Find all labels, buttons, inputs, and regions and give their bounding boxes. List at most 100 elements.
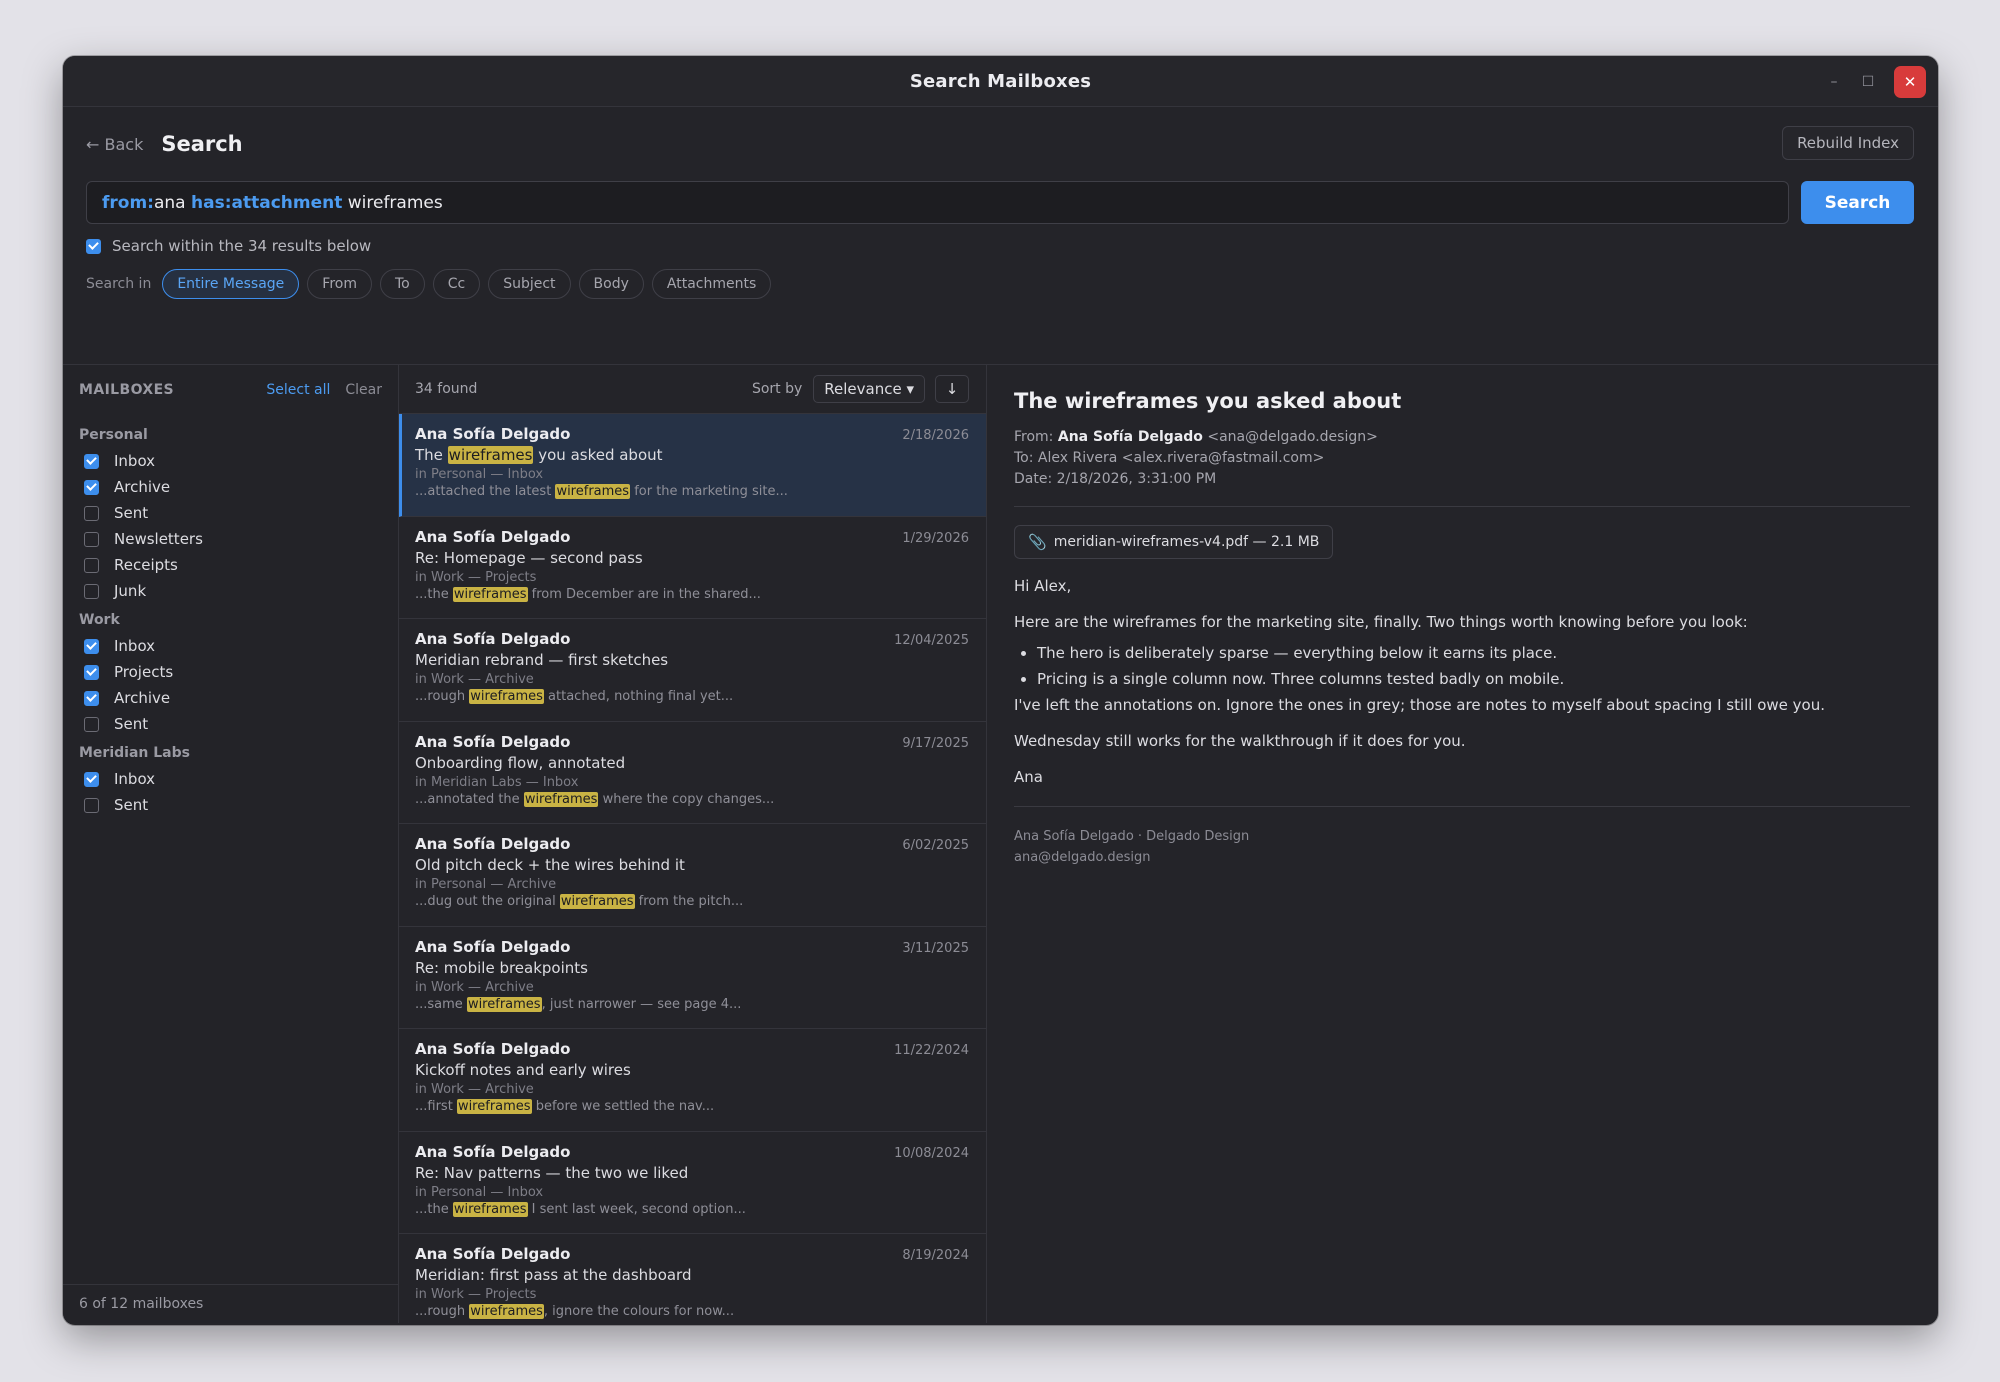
result-row[interactable]: Ana Sofía Delgado 12/04/2025 Meridian rebr… — [399, 619, 986, 722]
search-scope-label: Search in — [86, 276, 152, 292]
result-subject: Meridian: first pass at the dashboard — [415, 1266, 969, 1284]
result-row[interactable]: Ana Sofía Delgado 11/22/2024 Kickoff notes… — [399, 1029, 986, 1132]
result-sender: Ana Sofía Delgado — [415, 630, 571, 648]
mailbox-checkbox[interactable] — [84, 797, 99, 813]
mailbox-checkbox[interactable] — [84, 557, 99, 573]
sort-direction-button[interactable]: ↓ — [935, 375, 969, 403]
match-highlight: wireframes — [447, 446, 534, 464]
scope-chip-from[interactable]: From — [307, 269, 372, 299]
scope-chip-to[interactable]: To — [379, 269, 425, 299]
rebuild-index-button[interactable]: Rebuild Index — [1782, 126, 1914, 160]
text-segment: ...rough — [415, 1304, 470, 1319]
result-row[interactable]: Ana Sofía Delgado 6/02/2025 Old pitch deck… — [399, 824, 986, 927]
mailbox-label: Inbox — [114, 452, 156, 470]
mailbox-sidebar: MAILBOXES Select all Clear Personal Inbox… — [63, 365, 399, 1323]
result-header: Ana Sofía Delgado 12/04/2025 — [415, 630, 969, 648]
match-highlight: wireframes — [555, 484, 631, 499]
result-snippet: ...first wireframes before we settled th… — [415, 1099, 969, 1114]
bullet-item: Pricing is a single column now. Three co… — [1037, 670, 1910, 688]
scope-chip-subject[interactable]: Subject — [488, 269, 571, 299]
text-segment: Re: Homepage — second pass — [415, 548, 643, 567]
message-body: Hi Alex, Here are the wireframes for the… — [1014, 577, 1910, 786]
text-segment: Old pitch deck + the wires behind it — [415, 856, 685, 874]
text-segment: you asked about — [533, 446, 663, 464]
search-within-checkbox[interactable] — [86, 238, 101, 254]
mailbox-label: Archive — [114, 689, 171, 707]
mailbox-label: Sent — [114, 796, 149, 814]
mailbox-checkbox[interactable] — [84, 716, 99, 732]
result-sender: Ana Sofía Delgado — [415, 1142, 571, 1161]
result-date: 12/04/2025 — [894, 633, 969, 648]
mailbox-item-newsletters[interactable]: Newsletters — [79, 526, 382, 552]
greeting: Hi Alex, — [1014, 577, 1072, 595]
maximize-icon[interactable]: ☐ — [1856, 70, 1880, 94]
search-within-toggle[interactable]: Search within the 34 results below — [86, 237, 1914, 255]
search-token-key: from: — [102, 192, 154, 213]
clear-link[interactable]: Clear — [345, 382, 382, 398]
mailbox-item-receipts[interactable]: Receipts — [79, 552, 382, 578]
back-link[interactable]: ← Back — [86, 135, 143, 154]
result-location: in Personal — Archive — [415, 877, 557, 892]
text-segment: ...rough — [415, 689, 470, 704]
result-subject: Re: Nav patterns — the two we liked — [415, 1164, 969, 1182]
mailbox-checkbox[interactable] — [84, 638, 99, 654]
scope-chip-cc[interactable]: Cc — [432, 269, 481, 299]
mailbox-item-inbox[interactable]: Inbox — [79, 448, 382, 474]
mailbox-count: 6 of 12 mailboxes — [63, 1284, 398, 1323]
result-date: 3/11/2025 — [902, 940, 969, 956]
results-list: 34 found Sort by Relevance ▾ ↓ Ana Sofía… — [399, 365, 987, 1323]
signature-line: Ana Sofía Delgado · Delgado Design — [1014, 829, 1250, 844]
result-row[interactable]: Ana Sofía Delgado 2/18/2026 The wireframes… — [399, 414, 986, 517]
result-date: 8/19/2024 — [902, 1248, 969, 1263]
mailbox-item-inbox[interactable]: Inbox — [79, 766, 382, 792]
result-row[interactable]: Ana Sofía Delgado 1/29/2026 Re: Homepage —… — [399, 517, 986, 619]
mailbox-checkbox[interactable] — [84, 690, 99, 706]
match-highlight: wireframes — [469, 689, 544, 704]
result-snippet: ...the wireframes from December are in t… — [415, 586, 969, 602]
result-row[interactable]: Ana Sofía Delgado 3/11/2025 Re: mobile bre… — [399, 927, 986, 1029]
mailbox-checkbox[interactable] — [84, 531, 99, 547]
result-subject: Re: Homepage — second pass — [415, 549, 969, 567]
mailbox-item-sent[interactable]: Sent — [79, 500, 382, 526]
result-row[interactable]: Ana Sofía Delgado 10/08/2024 Re: Nav patte… — [399, 1132, 986, 1234]
mailbox-item-archive[interactable]: Archive — [79, 685, 382, 711]
search-input[interactable]: from: ana has:attachment wireframes — [86, 181, 1789, 224]
result-location: in Work — Archive — [415, 979, 534, 995]
result-snippet: ...the wireframes I sent last week, seco… — [415, 1201, 969, 1217]
select-all-link[interactable]: Select all — [266, 382, 330, 398]
signoff: Ana — [1014, 768, 1043, 786]
search-button[interactable]: Search — [1801, 181, 1914, 224]
attachment-chip[interactable]: 📎 meridian-wireframes-v4.pdf — 2.1 MB — [1014, 525, 1334, 559]
mailbox-item-sent[interactable]: Sent — [79, 711, 382, 737]
mailbox-item-archive[interactable]: Archive — [79, 474, 382, 500]
close-icon[interactable]: ✕ — [1894, 66, 1926, 98]
text-segment: ...same — [415, 996, 467, 1012]
result-row[interactable]: Ana Sofía Delgado 9/17/2025 Onboarding flo… — [399, 722, 986, 824]
mailbox-checkbox[interactable] — [84, 453, 99, 469]
mailbox-item-junk[interactable]: Junk — [79, 578, 382, 604]
mailbox-group: Meridian Labs Inbox Sent — [79, 745, 382, 818]
mailbox-item-projects[interactable]: Projects — [79, 659, 382, 685]
scope-chip-attachments[interactable]: Attachments — [651, 269, 772, 299]
scope-chip-body[interactable]: Body — [578, 269, 644, 299]
result-row[interactable]: Ana Sofía Delgado 8/19/2024 Meridian: firs… — [399, 1234, 986, 1325]
mailbox-checkbox[interactable] — [84, 583, 99, 599]
mailbox-checkbox[interactable] — [84, 664, 99, 680]
text-segment: Meridian: first pass at the dashboard — [415, 1266, 692, 1284]
sort-select[interactable]: Relevance ▾ — [813, 375, 925, 403]
mailbox-checkbox[interactable] — [84, 479, 99, 495]
mailbox-item-sent[interactable]: Sent — [79, 792, 382, 818]
result-header: Ana Sofía Delgado 1/29/2026 — [415, 528, 969, 546]
minimize-icon[interactable]: – — [1822, 70, 1846, 94]
bullet-item: The hero is deliberately sparse — everyt… — [1037, 644, 1910, 662]
mailbox-checkbox[interactable] — [84, 771, 99, 787]
match-highlight: wireframes — [466, 996, 542, 1012]
result-location: in Meridian Labs — Inbox — [415, 774, 579, 790]
main-area: MAILBOXES Select all Clear Personal Inbox… — [63, 365, 1938, 1323]
result-header: Ana Sofía Delgado 11/22/2024 — [415, 1040, 969, 1058]
scope-chip-entire-message[interactable]: Entire Message — [162, 269, 300, 299]
mailbox-checkbox[interactable] — [84, 505, 99, 521]
date-line: Date: 2/18/2026, 3:31:00 PM — [1014, 471, 1217, 487]
mailbox-item-inbox[interactable]: Inbox — [79, 633, 382, 659]
result-date: 9/17/2025 — [902, 735, 969, 751]
